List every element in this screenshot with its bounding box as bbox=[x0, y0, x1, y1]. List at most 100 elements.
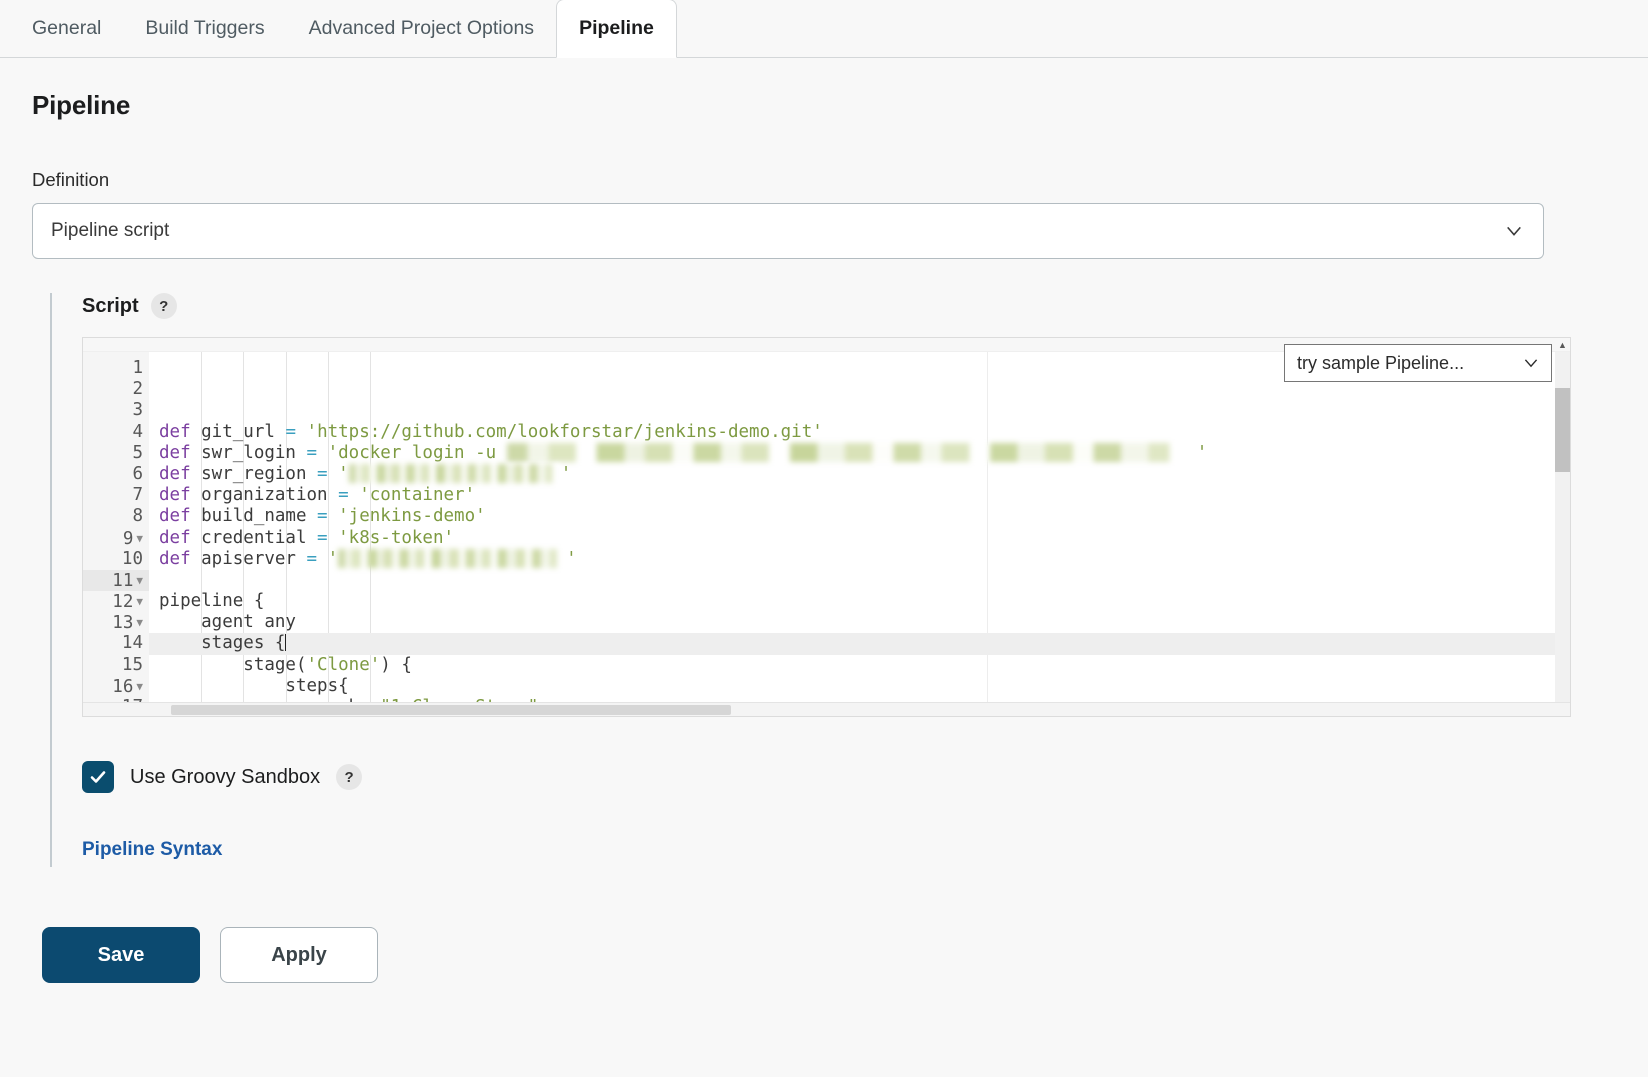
code-token: 'jenkins-demo' bbox=[338, 506, 486, 526]
fold-toggle-icon[interactable]: ▼ bbox=[136, 528, 143, 549]
line-number: 14 bbox=[83, 633, 149, 654]
line-number: 2 bbox=[83, 379, 149, 400]
page-title: Pipeline bbox=[32, 90, 1616, 121]
code-line: stage('Clone') { bbox=[159, 655, 1570, 676]
tab-advanced-project-options[interactable]: Advanced Project Options bbox=[287, 0, 556, 57]
code-token: def bbox=[159, 443, 191, 463]
script-header: Script ? bbox=[82, 293, 1616, 319]
try-sample-pipeline-select[interactable]: try sample Pipeline... bbox=[1284, 344, 1552, 382]
groovy-script-editor[interactable]: try sample Pipeline... 123456789▼1011▼12… bbox=[82, 337, 1571, 717]
pipeline-config-page: Pipeline Definition Pipeline script Scri… bbox=[0, 90, 1648, 983]
script-help-icon[interactable]: ? bbox=[151, 293, 177, 319]
code-token: steps{ bbox=[159, 676, 349, 696]
code-line: stages { bbox=[149, 633, 1570, 654]
code-token: swr_region bbox=[191, 464, 317, 484]
code-token: def bbox=[159, 549, 191, 569]
code-token: ' bbox=[328, 549, 339, 569]
tab-build-triggers[interactable]: Build Triggers bbox=[123, 0, 286, 57]
vertical-scroll-thumb[interactable] bbox=[1555, 388, 1570, 472]
fold-toggle-icon[interactable]: ▼ bbox=[136, 612, 143, 633]
code-token: = bbox=[317, 506, 328, 526]
code-token: ' bbox=[1197, 443, 1208, 463]
chevron-down-icon bbox=[1523, 355, 1539, 371]
config-tab-bar: General Build Triggers Advanced Project … bbox=[0, 0, 1648, 58]
editor-vertical-scrollbar[interactable]: ▲ ▼ bbox=[1555, 352, 1570, 702]
code-line: def swr_login = 'docker login -u ' bbox=[159, 443, 1570, 464]
scroll-up-icon[interactable]: ▲ bbox=[1555, 338, 1570, 352]
code-token: def bbox=[159, 422, 191, 442]
code-area[interactable]: 123456789▼1011▼12▼13▼141516▼1718 def git… bbox=[83, 352, 1570, 717]
code-line: def apiserver = '' bbox=[159, 549, 1570, 570]
code-token: = bbox=[317, 528, 328, 548]
code-token: ) { bbox=[380, 655, 412, 675]
code-token: ' bbox=[561, 464, 572, 484]
code-line: def organization = 'container' bbox=[159, 485, 1570, 506]
fold-toggle-icon[interactable]: ▼ bbox=[136, 676, 143, 697]
code-token: stage( bbox=[159, 655, 307, 675]
code-token: stages { bbox=[159, 633, 285, 653]
code-token bbox=[349, 485, 360, 505]
line-number: 7 bbox=[83, 485, 149, 506]
code-token bbox=[328, 528, 339, 548]
line-number: 5 bbox=[83, 443, 149, 464]
checkmark-icon bbox=[88, 767, 108, 787]
code-token: = bbox=[307, 549, 318, 569]
apply-button[interactable]: Apply bbox=[220, 927, 378, 983]
line-number: 11▼ bbox=[83, 570, 149, 591]
script-section: Script ? try sample Pipeline... 12345678… bbox=[50, 293, 1616, 867]
fold-toggle-icon[interactable]: ▼ bbox=[136, 591, 143, 612]
definition-selected-value: Pipeline script bbox=[51, 220, 169, 242]
line-number: 4 bbox=[83, 422, 149, 443]
code-token bbox=[317, 549, 328, 569]
code-token bbox=[328, 506, 339, 526]
editor-horizontal-scrollbar[interactable] bbox=[83, 702, 1570, 716]
horizontal-scroll-thumb[interactable] bbox=[171, 705, 731, 715]
code-token: swr_login bbox=[191, 443, 307, 463]
line-number: 15 bbox=[83, 655, 149, 676]
code-line bbox=[159, 570, 1570, 591]
line-number: 8 bbox=[83, 506, 149, 527]
line-number: 10 bbox=[83, 549, 149, 570]
line-number: 6 bbox=[83, 464, 149, 485]
code-token: 'Clone' bbox=[307, 655, 381, 675]
code-token bbox=[317, 443, 328, 463]
chevron-down-icon bbox=[1505, 222, 1523, 240]
code-token bbox=[328, 464, 339, 484]
redacted-text bbox=[338, 549, 566, 568]
definition-label: Definition bbox=[32, 169, 1616, 191]
code-line: pipeline { bbox=[159, 591, 1570, 612]
text-cursor bbox=[285, 634, 286, 651]
code-token: def bbox=[159, 528, 191, 548]
definition-select[interactable]: Pipeline script bbox=[32, 203, 1544, 259]
code-token: 'https://github.com/lookforstar/jenkins-… bbox=[307, 422, 823, 442]
code-token: = bbox=[285, 422, 296, 442]
code-token: = bbox=[338, 485, 349, 505]
sandbox-help-icon[interactable]: ? bbox=[336, 764, 362, 790]
tab-general[interactable]: General bbox=[10, 0, 123, 57]
code-line: def build_name = 'jenkins-demo' bbox=[159, 506, 1570, 527]
pipeline-syntax-link[interactable]: Pipeline Syntax bbox=[82, 839, 222, 861]
code-token: = bbox=[307, 443, 318, 463]
code-line: def swr_region = '' bbox=[159, 464, 1570, 485]
line-number: 12▼ bbox=[83, 591, 149, 612]
code-token: def bbox=[159, 485, 191, 505]
code-token bbox=[296, 422, 307, 442]
line-number: 9▼ bbox=[83, 528, 149, 549]
fold-toggle-icon[interactable]: ▼ bbox=[136, 570, 143, 591]
line-number: 13▼ bbox=[83, 612, 149, 633]
code-token: ' bbox=[566, 549, 577, 569]
use-groovy-sandbox-label: Use Groovy Sandbox bbox=[130, 766, 320, 789]
code-token: agent any bbox=[159, 612, 296, 632]
code-token: = bbox=[317, 464, 328, 484]
use-groovy-sandbox-checkbox[interactable] bbox=[82, 761, 114, 793]
redacted-text bbox=[349, 464, 561, 483]
code-content[interactable]: def git_url = 'https://github.com/lookfo… bbox=[149, 352, 1570, 717]
code-token: build_name bbox=[191, 506, 317, 526]
tab-pipeline[interactable]: Pipeline bbox=[556, 0, 677, 58]
redacted-text bbox=[507, 443, 1197, 462]
line-number-gutter: 123456789▼1011▼12▼13▼141516▼1718 bbox=[83, 352, 149, 717]
code-line: def credential = 'k8s-token' bbox=[159, 528, 1570, 549]
code-line: steps{ bbox=[159, 676, 1570, 697]
save-button[interactable]: Save bbox=[42, 927, 200, 983]
code-token: git_url bbox=[191, 422, 286, 442]
